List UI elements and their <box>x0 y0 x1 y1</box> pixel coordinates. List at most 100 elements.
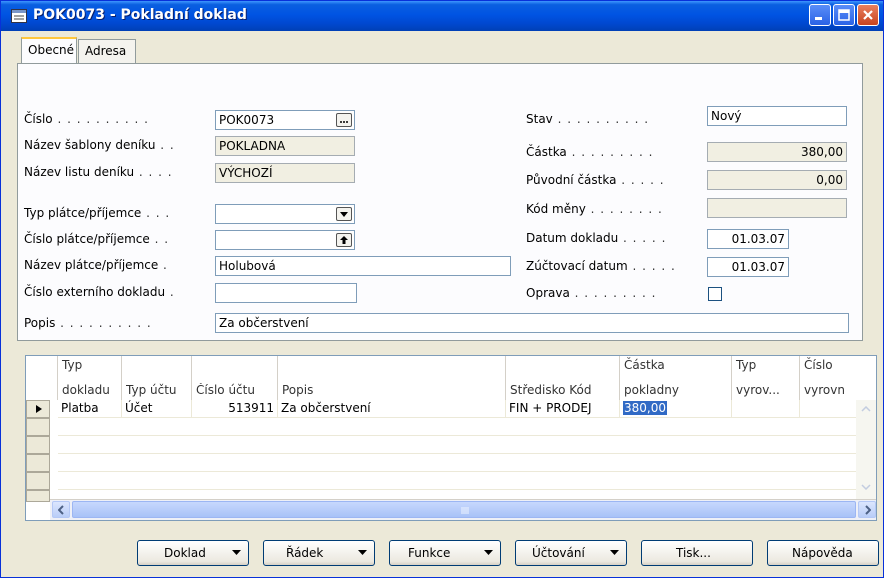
col-header-cislo-uctu[interactable]: Číslo účtu <box>192 356 278 400</box>
kod-meny-field[interactable] <box>707 198 847 218</box>
col-header-line2: vyrovn <box>804 383 845 397</box>
cislo-platce-field[interactable] <box>215 230 355 250</box>
col-header-line1: Částka <box>624 358 665 372</box>
doklad-button-label: Doklad <box>164 546 206 560</box>
stav-field[interactable]: Nový <box>707 106 847 126</box>
close-button[interactable] <box>857 4 879 26</box>
scroll-right-icon <box>865 505 871 515</box>
castka-field[interactable]: 380,00 <box>707 142 847 162</box>
typ-platce-field[interactable] <box>215 204 355 224</box>
col-header-typ-dokladu[interactable]: Typ dokladu <box>58 356 122 400</box>
col-header-line1: Číslo <box>804 358 833 372</box>
row-selector[interactable] <box>26 436 50 454</box>
col-header-line2: Typ účtu <box>126 383 177 397</box>
scroll-down-icon[interactable] <box>861 484 871 490</box>
tab-adresa[interactable]: Adresa <box>78 39 136 63</box>
chevron-down-icon <box>610 550 619 555</box>
maximize-icon <box>838 9 850 21</box>
empty-row[interactable] <box>58 454 858 472</box>
puvodni-castka-field[interactable]: 0,00 <box>707 170 847 190</box>
tab-adresa-label: Adresa <box>85 44 127 58</box>
zuctovaci-datum-field[interactable]: 01.03.07 <box>707 257 789 277</box>
chevron-down-icon <box>232 550 241 555</box>
tisk-button[interactable]: Tisk... <box>641 540 753 566</box>
cislo-ext-field[interactable] <box>215 283 357 303</box>
tab-obecne[interactable]: Obecné <box>21 37 77 64</box>
grid-header: Typ dokladu Typ účtu Číslo účtu Popis Stř… <box>26 356 876 400</box>
selected-text: 380,00 <box>623 401 667 415</box>
row-selector[interactable] <box>26 472 50 490</box>
main-window: POK0073 - Pokladní doklad Obecné Adresa … <box>0 0 884 578</box>
napoveda-button-label: Nápověda <box>792 546 853 560</box>
cell-castka-pokladny[interactable]: 380,00 <box>620 400 732 418</box>
row-selector[interactable] <box>26 418 50 436</box>
scroll-up-icon[interactable] <box>861 406 871 412</box>
row-selector[interactable] <box>26 490 50 502</box>
stav-label: Stav . . . . . . . . . . <box>526 112 650 126</box>
cell-cislo-vyrovnani[interactable] <box>800 400 858 418</box>
radek-button[interactable]: Řádek <box>263 540 375 566</box>
empty-row[interactable] <box>58 472 858 490</box>
cell-stredisko[interactable]: FIN + PRODEJ <box>506 400 620 418</box>
col-header-line2: Středisko Kód <box>510 383 592 397</box>
row-selector[interactable] <box>26 454 50 472</box>
oprava-checkbox[interactable] <box>708 287 722 301</box>
col-header-castka-pokladny[interactable]: Částka pokladny <box>620 356 732 400</box>
cislo-field[interactable]: POK0073 <box>215 110 355 130</box>
empty-row[interactable] <box>58 436 858 454</box>
col-header-cislo-vyrovnani[interactable]: Číslo vyrovn <box>800 356 876 400</box>
empty-row[interactable] <box>58 418 858 436</box>
col-header-typ-uctu[interactable]: Typ účtu <box>122 356 192 400</box>
popis-field[interactable]: Za občerstvení <box>215 313 849 333</box>
scroll-right-button[interactable] <box>858 501 876 518</box>
radek-button-label: Řádek <box>286 546 324 560</box>
cell-typ-vyrovnani[interactable] <box>732 400 800 418</box>
cell-popis[interactable]: Za občerstvení <box>278 400 506 418</box>
col-header-line2: Popis <box>282 383 314 397</box>
title-bar[interactable]: POK0073 - Pokladní doklad <box>1 1 883 31</box>
napoveda-button[interactable]: Nápověda <box>767 540 879 566</box>
cell-typ-uctu[interactable]: Účet <box>122 400 192 418</box>
typ-platce-label: Typ plátce/příjemce . . . <box>24 206 171 220</box>
col-header-typ-vyrovnani[interactable]: Typ vyrov... <box>732 356 800 400</box>
chevron-down-icon <box>484 550 493 555</box>
grid-corner <box>26 356 58 400</box>
cell-typ-dokladu[interactable]: Platba <box>58 400 122 418</box>
grip-icon <box>461 507 469 514</box>
nazev-platce-field[interactable]: Holubová <box>215 256 511 276</box>
cislo-platce-lookup-button[interactable] <box>336 233 352 247</box>
doklad-button[interactable]: Doklad <box>137 540 249 566</box>
popis-label: Popis . . . . . . . . . . <box>24 316 152 330</box>
uctovani-button-label: Účtování <box>532 546 585 560</box>
cislo-label: Číslo . . . . . . . . . . <box>24 112 149 126</box>
minimize-button[interactable] <box>809 4 831 26</box>
col-header-line2: Číslo účtu <box>196 383 255 397</box>
col-header-stredisko[interactable]: Středisko Kód <box>506 356 620 400</box>
tisk-button-label: Tisk... <box>676 546 711 560</box>
col-header-line2: dokladu <box>62 383 110 397</box>
assist-edit-icon <box>340 121 348 123</box>
scroll-left-button[interactable] <box>52 501 70 518</box>
maximize-button[interactable] <box>833 4 855 26</box>
funkce-button-label: Funkce <box>408 546 451 560</box>
horizontal-scrollbar[interactable] <box>50 499 876 520</box>
row-pointer-icon <box>36 405 42 413</box>
nazev-listu-label: Název listu deníku . . . . <box>24 165 173 179</box>
datum-dokladu-field[interactable]: 01.03.07 <box>707 229 789 249</box>
zuctovaci-datum-label: Zúčtovací datum . . . . . <box>526 259 676 273</box>
assist-edit-button[interactable] <box>336 113 352 127</box>
cislo-platce-label: Číslo plátce/příjemce . . <box>24 232 170 246</box>
nazev-sablony-field[interactable]: POKLADNA <box>215 136 355 156</box>
row-selector[interactable] <box>26 400 50 418</box>
funkce-button[interactable]: Funkce <box>389 540 501 566</box>
scroll-thumb[interactable] <box>72 501 856 518</box>
col-header-line2: vyrov... <box>736 383 780 397</box>
nazev-listu-field[interactable]: VÝCHOZÍ <box>215 163 355 183</box>
cell-cislo-uctu[interactable]: 513911 <box>192 400 278 418</box>
vertical-scrollbar[interactable] <box>856 400 876 502</box>
minimize-icon <box>815 17 822 20</box>
col-header-popis[interactable]: Popis <box>278 356 506 400</box>
col-header-line1: Typ <box>62 358 83 372</box>
typ-platce-dropdown-button[interactable] <box>336 207 352 221</box>
uctovani-button[interactable]: Účtování <box>515 540 627 566</box>
